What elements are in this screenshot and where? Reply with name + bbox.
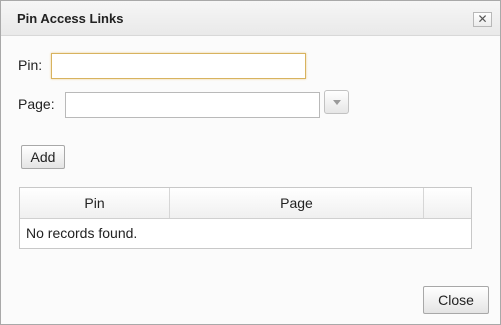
dialog-title: Pin Access Links [17, 11, 124, 26]
pin-links-table: Pin Page No records found. [19, 187, 472, 249]
column-header-actions [424, 188, 471, 218]
column-header-pin[interactable]: Pin [20, 188, 170, 218]
empty-table-message: No records found. [26, 225, 138, 241]
page-dropdown-button[interactable] [324, 90, 349, 114]
close-button[interactable]: Close [423, 286, 489, 314]
chevron-down-icon [333, 100, 341, 105]
page-input[interactable] [65, 92, 320, 118]
page-label: Page: [18, 96, 55, 112]
column-header-page[interactable]: Page [170, 188, 424, 218]
pin-label: Pin: [18, 57, 43, 73]
add-button[interactable]: Add [21, 145, 65, 169]
close-icon[interactable]: ✕ [473, 12, 492, 27]
pin-access-links-dialog: Pin Access Links ✕ Pin: Page: Add Pin Pa… [0, 0, 501, 325]
table-header: Pin Page [20, 188, 471, 219]
dialog-titlebar[interactable]: Pin Access Links ✕ [1, 1, 500, 36]
pin-input[interactable] [51, 53, 306, 79]
